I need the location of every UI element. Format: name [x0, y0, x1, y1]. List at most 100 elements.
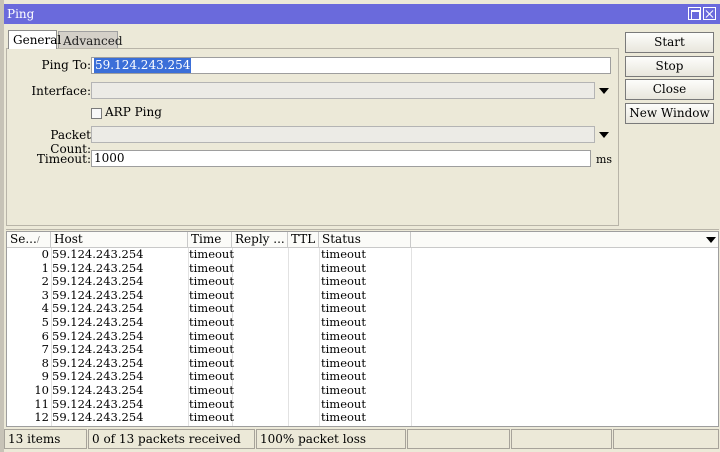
background-strip: [0, 0, 4, 452]
general-panel: Ping To: 59.124.243.254 Interface: ARP P…: [6, 48, 619, 226]
table-row[interactable]: 4 59.124.243.254 timeout timeout: [7, 301, 718, 316]
column-header-ttl[interactable]: TTL: [288, 232, 319, 248]
columns-menu-icon[interactable]: [706, 237, 716, 243]
cell-time: timeout: [189, 301, 234, 316]
timeout-input[interactable]: 1000: [91, 150, 591, 167]
table-row[interactable]: 9 59.124.243.254 timeout timeout: [7, 369, 718, 384]
cell-time: timeout: [189, 382, 234, 397]
cell-time: timeout: [189, 369, 234, 384]
cell-host: 59.124.243.254: [52, 247, 144, 261]
cell-seq: 8: [41, 355, 49, 370]
interface-select[interactable]: [91, 82, 595, 99]
packet-count-input[interactable]: [91, 126, 595, 143]
cell-status: timeout: [321, 410, 366, 425]
stop-button[interactable]: Stop: [625, 56, 714, 77]
cell-host: 59.124.243.254: [52, 396, 144, 411]
cell-time: timeout: [189, 314, 234, 329]
ping-to-input[interactable]: 59.124.243.254: [91, 57, 611, 74]
timeout-label: Timeout:: [36, 152, 91, 166]
table-row[interactable]: 6 59.124.243.254 timeout timeout: [7, 328, 718, 344]
cell-time: timeout: [189, 328, 234, 343]
cell-status: timeout: [321, 287, 366, 302]
arp-ping-checkbox[interactable]: [91, 108, 102, 119]
cell-seq: 5: [41, 314, 49, 329]
timeout-value: 1000: [94, 151, 125, 165]
close-button[interactable]: Close: [625, 79, 714, 100]
cell-status: timeout: [321, 396, 366, 411]
cell-seq: 12: [34, 410, 49, 425]
cell-status: timeout: [321, 247, 366, 261]
ping-results-table[interactable]: Se... ∕ Host Time Reply ... TTL Status 0…: [6, 231, 719, 427]
cell-seq: 7: [41, 342, 49, 357]
cell-status: timeout: [321, 342, 366, 357]
sort-ascending-icon: ∕: [37, 235, 40, 244]
column-header-seq[interactable]: Se... ∕: [7, 232, 51, 248]
column-header-reply[interactable]: Reply ...: [232, 232, 288, 248]
cell-time: timeout: [189, 342, 234, 357]
table-row[interactable]: 8 59.124.243.254 timeout timeout: [7, 355, 718, 371]
cell-host: 59.124.243.254: [52, 274, 144, 289]
ping-window: Ping General Advanced Ping To: 59.124.24…: [0, 0, 720, 452]
cell-seq: 4: [41, 301, 49, 316]
cell-time: timeout: [189, 260, 234, 275]
cell-status: timeout: [321, 260, 366, 275]
table-row[interactable]: 12 59.124.243.254 timeout timeout: [7, 410, 718, 425]
table-row[interactable]: 1 59.124.243.254 timeout timeout: [7, 260, 718, 276]
cell-status: timeout: [321, 274, 366, 289]
column-header-time[interactable]: Time: [188, 232, 232, 248]
ping-to-value: 59.124.243.254: [94, 58, 192, 73]
cell-host: 59.124.243.254: [52, 301, 144, 316]
column-header-host[interactable]: Host: [51, 232, 188, 248]
status-bar: 13 items 0 of 13 packets received 100% p…: [4, 429, 720, 450]
cell-status: timeout: [321, 301, 366, 316]
cell-host: 59.124.243.254: [52, 260, 144, 275]
cell-seq: 1: [41, 260, 49, 275]
cell-host: 59.124.243.254: [52, 342, 144, 357]
window-title: Ping: [7, 7, 35, 21]
tab-general[interactable]: General: [8, 30, 61, 49]
cell-time: timeout: [189, 274, 234, 289]
maximize-icon[interactable]: [688, 7, 701, 20]
cell-seq: 9: [41, 369, 49, 384]
table-row[interactable]: 3 59.124.243.254 timeout timeout: [7, 287, 718, 303]
table-row[interactable]: 0 59.124.243.254 timeout timeout: [7, 247, 718, 262]
cell-time: timeout: [189, 410, 234, 425]
table-body: 0 59.124.243.254 timeout timeout 1 59.124.243…: [7, 247, 718, 425]
cell-seq: 3: [41, 287, 49, 302]
status-empty-2: [511, 429, 612, 449]
cell-host: 59.124.243.254: [52, 410, 144, 425]
table-row[interactable]: 10 59.124.243.254 timeout timeout: [7, 382, 718, 398]
cell-time: timeout: [189, 247, 234, 261]
tab-advanced[interactable]: Advanced: [58, 31, 123, 48]
status-received: 0 of 13 packets received: [88, 429, 255, 449]
table-row[interactable]: 2 59.124.243.254 timeout timeout: [7, 274, 718, 289]
interface-dropdown-icon[interactable]: [599, 88, 609, 94]
start-button[interactable]: Start: [625, 32, 714, 53]
cell-seq: 10: [34, 382, 49, 397]
column-header-seq-label: Se...: [10, 232, 37, 246]
cell-time: timeout: [189, 396, 234, 411]
cell-status: timeout: [321, 382, 366, 397]
status-empty-3: [613, 429, 719, 449]
packet-count-dropdown-icon[interactable]: [599, 132, 609, 138]
cell-time: timeout: [189, 287, 234, 302]
divider: [6, 229, 719, 230]
status-item-count: 13 items: [4, 429, 87, 449]
cell-host: 59.124.243.254: [52, 355, 144, 370]
arp-ping-label: ARP Ping: [105, 105, 162, 119]
cell-seq: 2: [41, 274, 49, 289]
table-row[interactable]: 11 59.124.243.254 timeout timeout: [7, 396, 718, 412]
cell-seq: 11: [34, 396, 49, 411]
cell-host: 59.124.243.254: [52, 369, 144, 384]
cell-host: 59.124.243.254: [52, 314, 144, 329]
new-window-button[interactable]: New Window: [625, 103, 714, 124]
close-icon[interactable]: [703, 7, 716, 20]
cell-status: timeout: [321, 369, 366, 384]
cell-status: timeout: [321, 314, 366, 329]
table-row[interactable]: 7 59.124.243.254 timeout timeout: [7, 342, 718, 357]
column-header-status[interactable]: Status: [319, 232, 411, 248]
status-empty-1: [407, 429, 510, 449]
table-row[interactable]: 5 59.124.243.254 timeout timeout: [7, 314, 718, 330]
interface-label: Interface:: [31, 84, 91, 98]
title-bar[interactable]: Ping: [4, 4, 720, 24]
